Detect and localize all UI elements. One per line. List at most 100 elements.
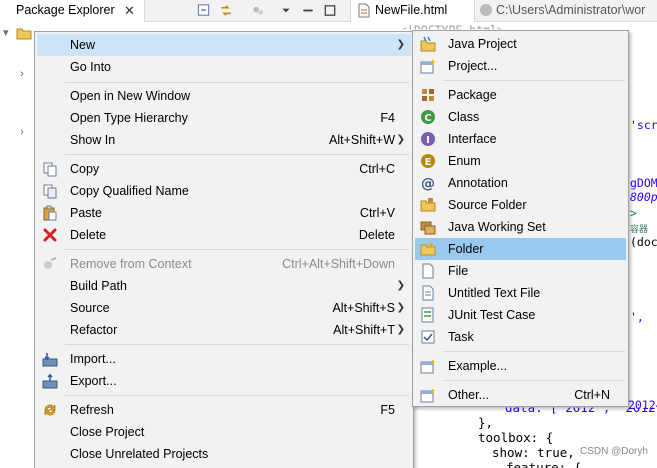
menu-separator <box>443 80 625 81</box>
menu-item-shortcut: Alt+Shift+S <box>332 301 395 315</box>
remove-from-context-icon <box>44 257 57 269</box>
menu-item-refactor[interactable]: Refactor Alt+Shift+T ❯ <box>37 319 411 341</box>
expanded-chevron-icon[interactable]: ▾ <box>3 26 9 39</box>
menu-item-junit-test-case[interactable]: JUnit Test Case <box>415 304 626 326</box>
package-explorer-tab[interactable]: Package Explorer ✕ <box>0 0 145 22</box>
menu-item-label: Remove from Context <box>70 257 192 271</box>
project-icon <box>420 59 436 74</box>
menu-item-annotation[interactable]: @ Annotation <box>415 172 626 194</box>
maximize-icon[interactable] <box>322 3 338 18</box>
menu-item-java-project[interactable]: Java Project <box>415 33 626 55</box>
menu-item-label: Task <box>448 330 474 344</box>
menu-item-enum[interactable]: E Enum <box>415 150 626 172</box>
folder-icon <box>420 242 436 256</box>
editor-tab-newfile[interactable]: NewFile.html <box>350 0 475 22</box>
menu-item-delete[interactable]: Delete Delete <box>37 224 411 246</box>
delete-icon <box>43 228 57 242</box>
menu-item-open-in-new-window[interactable]: Open in New Window <box>37 85 411 107</box>
menu-item-remove-from-context[interactable]: Remove from Context Ctrl+Alt+Shift+Down <box>37 253 411 275</box>
menu-item-show-in[interactable]: Show In Alt+Shift+W ❯ <box>37 129 411 151</box>
submenu-arrow-icon: ❯ <box>396 324 405 335</box>
menu-separator <box>65 249 409 250</box>
editor-tab-browser[interactable]: C:\Users\Administrator\wor <box>480 3 645 17</box>
package-explorer-tab-title: Package Explorer <box>16 3 115 17</box>
task-icon <box>421 330 435 344</box>
menu-item-package[interactable]: Package <box>415 84 626 106</box>
menu-item-folder[interactable]: Folder <box>415 238 626 260</box>
menu-item-interface[interactable]: I Interface <box>415 128 626 150</box>
menu-item-label: Class <box>448 110 480 124</box>
menu-item-import[interactable]: Import... <box>37 348 411 370</box>
menu-item-file[interactable]: File <box>415 260 626 282</box>
menu-item-label: Copy Qualified Name <box>70 184 189 198</box>
menu-item-source-folder[interactable]: Source Folder <box>415 194 626 216</box>
collapsed-chevron-icon[interactable]: › <box>20 126 24 138</box>
menu-item-source[interactable]: Source Alt+Shift+S ❯ <box>37 297 411 319</box>
menu-item-refresh[interactable]: Refresh F5 <box>37 399 411 421</box>
menu-item-label: Java Working Set <box>448 220 546 234</box>
menu-item-build-path[interactable]: Build Path ❯ <box>37 275 411 297</box>
menu-item-close-unrelated-projects[interactable]: Close Unrelated Projects <box>37 443 411 465</box>
menu-item-label: Untitled Text File <box>448 286 541 300</box>
view-menu-icon[interactable] <box>278 3 294 18</box>
menu-item-label: Source <box>70 301 110 315</box>
menu-item-label: New <box>70 38 96 52</box>
menu-item-shortcut: Alt+Shift+T <box>333 323 395 337</box>
untitled-text-file-icon <box>422 285 434 301</box>
menu-item-java-working-set[interactable]: Java Working Set <box>415 216 626 238</box>
menu-item-example[interactable]: Example... <box>415 355 626 377</box>
menu-item-export[interactable]: Export... <box>37 370 411 392</box>
menu-item-go-into[interactable]: Go Into <box>37 56 411 78</box>
code-fragment: (doc <box>630 235 657 249</box>
code-line: feature: { <box>506 460 582 468</box>
code-line: show: true, <box>492 445 575 460</box>
menu-item-class[interactable]: C Class <box>415 106 626 128</box>
menu-item-open-type-hierarchy[interactable]: Open Type Hierarchy F4 <box>37 107 411 129</box>
globe-icon <box>480 4 492 16</box>
collapsed-chevron-icon[interactable]: › <box>20 68 24 80</box>
menu-item-label: Close Project <box>70 425 145 439</box>
menu-item-label: File <box>448 264 469 278</box>
menu-separator <box>443 380 625 381</box>
menu-item-label: Paste <box>70 206 102 220</box>
submenu-arrow-icon: ❯ <box>396 134 405 145</box>
menu-item-label: Other... <box>448 388 489 402</box>
menu-item-paste[interactable]: Paste Ctrl+V <box>37 202 411 224</box>
menu-item-copy[interactable]: Copy Ctrl+C <box>37 158 411 180</box>
menu-item-label: Open in New Window <box>70 89 191 103</box>
svg-text:C: C <box>424 113 431 124</box>
menu-item-close-project[interactable]: Close Project <box>37 421 411 443</box>
menu-item-label: Refactor <box>70 323 118 337</box>
menu-item-label: Import... <box>70 352 116 366</box>
refresh-icon <box>44 404 56 416</box>
menu-item-label: Build Path <box>70 279 127 293</box>
menu-separator <box>65 395 409 396</box>
watermark: CSDN @Doryh <box>580 446 648 457</box>
focus-task-icon[interactable] <box>250 3 266 18</box>
collapse-all-icon[interactable] <box>196 3 212 18</box>
code-fragment: gDOM- <box>630 176 657 190</box>
menu-item-untitled-text-file[interactable]: Untitled Text File <box>415 282 626 304</box>
svg-text:@: @ <box>421 176 435 191</box>
close-icon[interactable]: ✕ <box>124 3 135 19</box>
class-icon: C <box>421 110 435 124</box>
menu-item-new[interactable]: New ❯ <box>37 34 411 56</box>
menu-item-shortcut: Alt+Shift+W <box>329 133 395 147</box>
code-line: }, <box>478 415 494 430</box>
menu-separator <box>65 344 409 345</box>
menu-item-task[interactable]: Task <box>415 326 626 348</box>
minimize-icon[interactable] <box>300 3 316 18</box>
editor-tab-path: C:\Users\Administrator\wor <box>496 3 646 17</box>
menu-item-shortcut: Ctrl+V <box>359 206 395 220</box>
menu-item-project[interactable]: Project... <box>415 55 626 77</box>
project-folder-icon[interactable] <box>16 25 32 41</box>
code-fragment: 容器 <box>630 225 649 235</box>
menu-item-label: Example... <box>448 359 508 373</box>
menu-item-copy-qualified-name[interactable]: Copy Qualified Name <box>37 180 411 202</box>
html-file-icon <box>358 3 370 18</box>
menu-item-other[interactable]: Other... Ctrl+N <box>415 384 626 406</box>
new-submenu: Java Project Project... Package C Class … <box>412 30 629 407</box>
annotation-icon: @ <box>421 176 435 191</box>
menu-item-label: Interface <box>448 132 497 146</box>
link-with-editor-icon[interactable] <box>218 3 234 18</box>
